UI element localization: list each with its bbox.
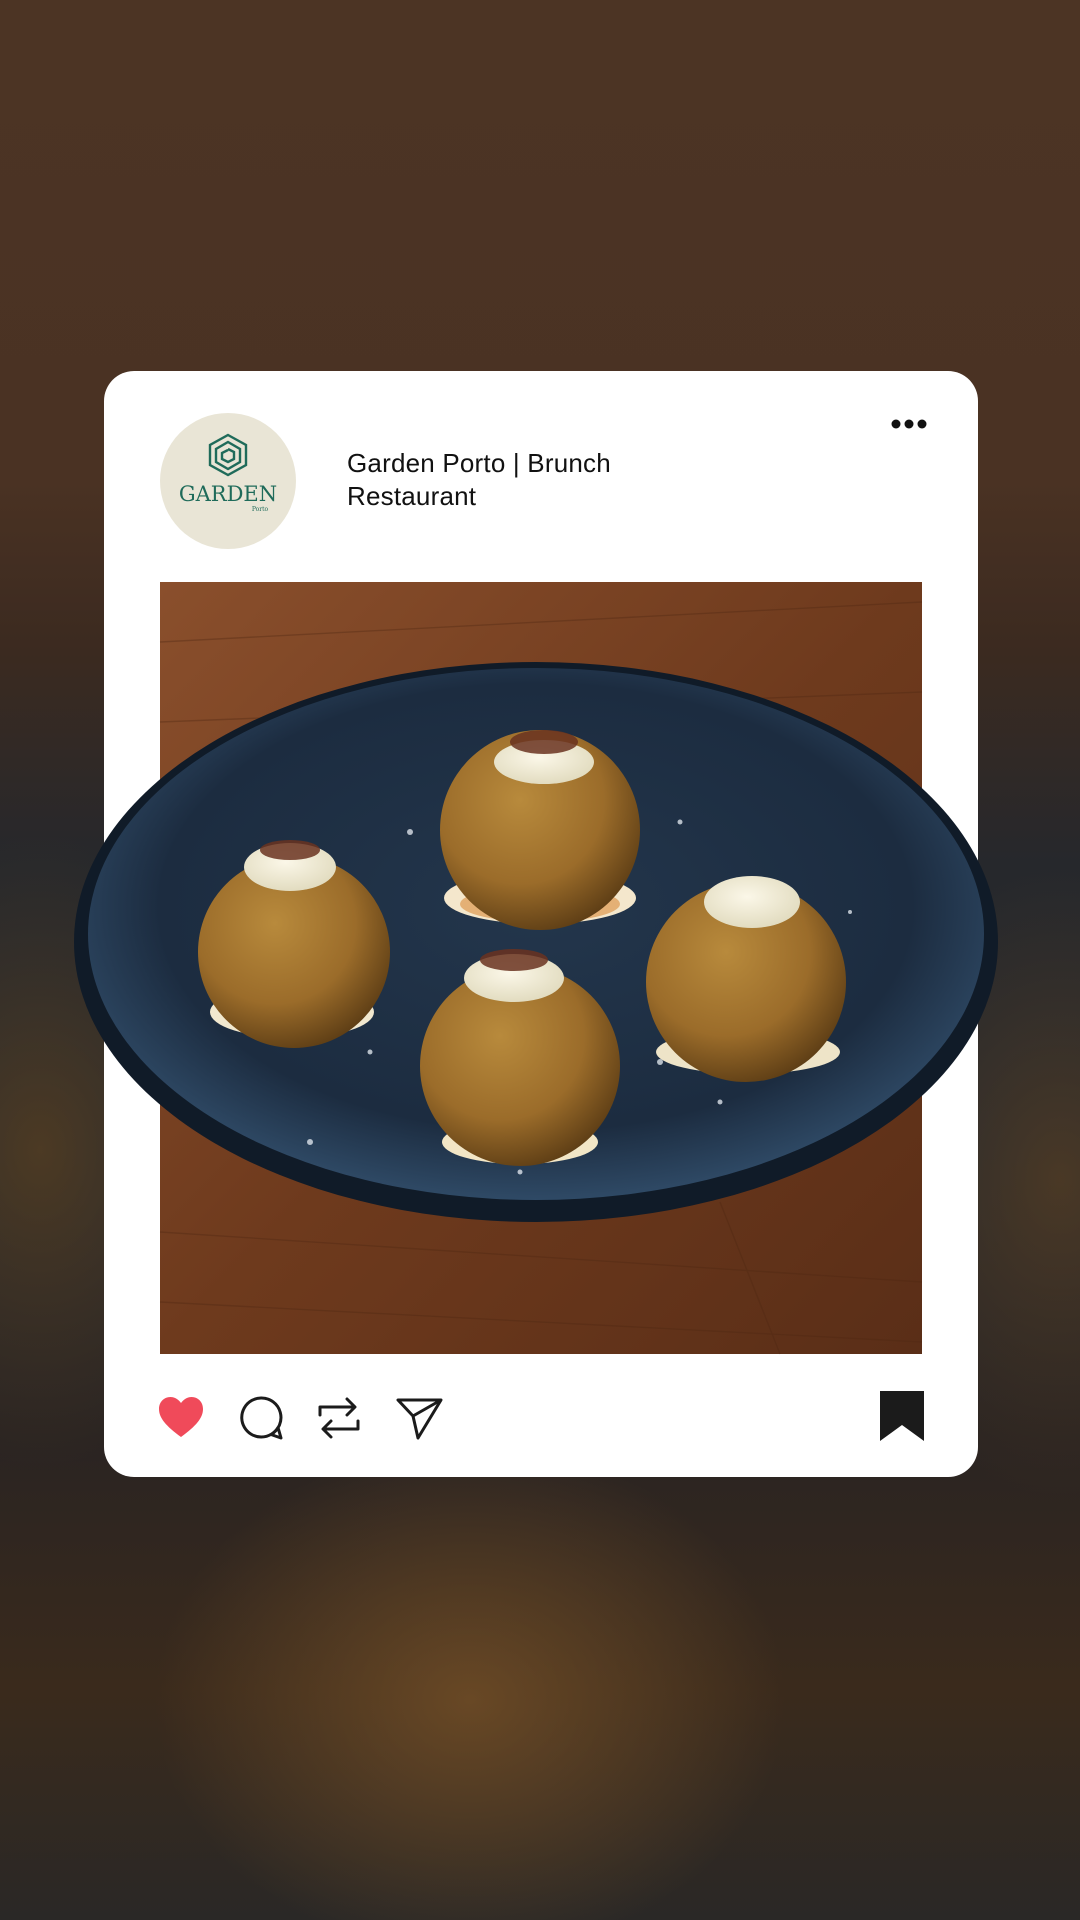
croquette-2 (440, 730, 640, 930)
send-icon[interactable] (394, 1393, 444, 1443)
garden-logo: GARDEN Porto (179, 433, 277, 513)
comment-icon[interactable] (236, 1393, 286, 1443)
post-photo[interactable] (74, 582, 998, 1355)
post-card: GARDEN Porto Garden Porto | Brunch Resta… (74, 371, 998, 1477)
avatar-wordmark: GARDEN (179, 482, 277, 506)
account-name[interactable]: Garden Porto | Brunch Restaurant (347, 447, 747, 513)
ellipsis-icon[interactable] (884, 409, 934, 439)
heart-icon[interactable] (156, 1393, 206, 1443)
avatar[interactable]: GARDEN Porto (160, 413, 296, 549)
bookmark-icon[interactable] (878, 1389, 926, 1443)
avatar-subtext: Porto (252, 506, 269, 513)
repost-icon[interactable] (314, 1393, 364, 1443)
